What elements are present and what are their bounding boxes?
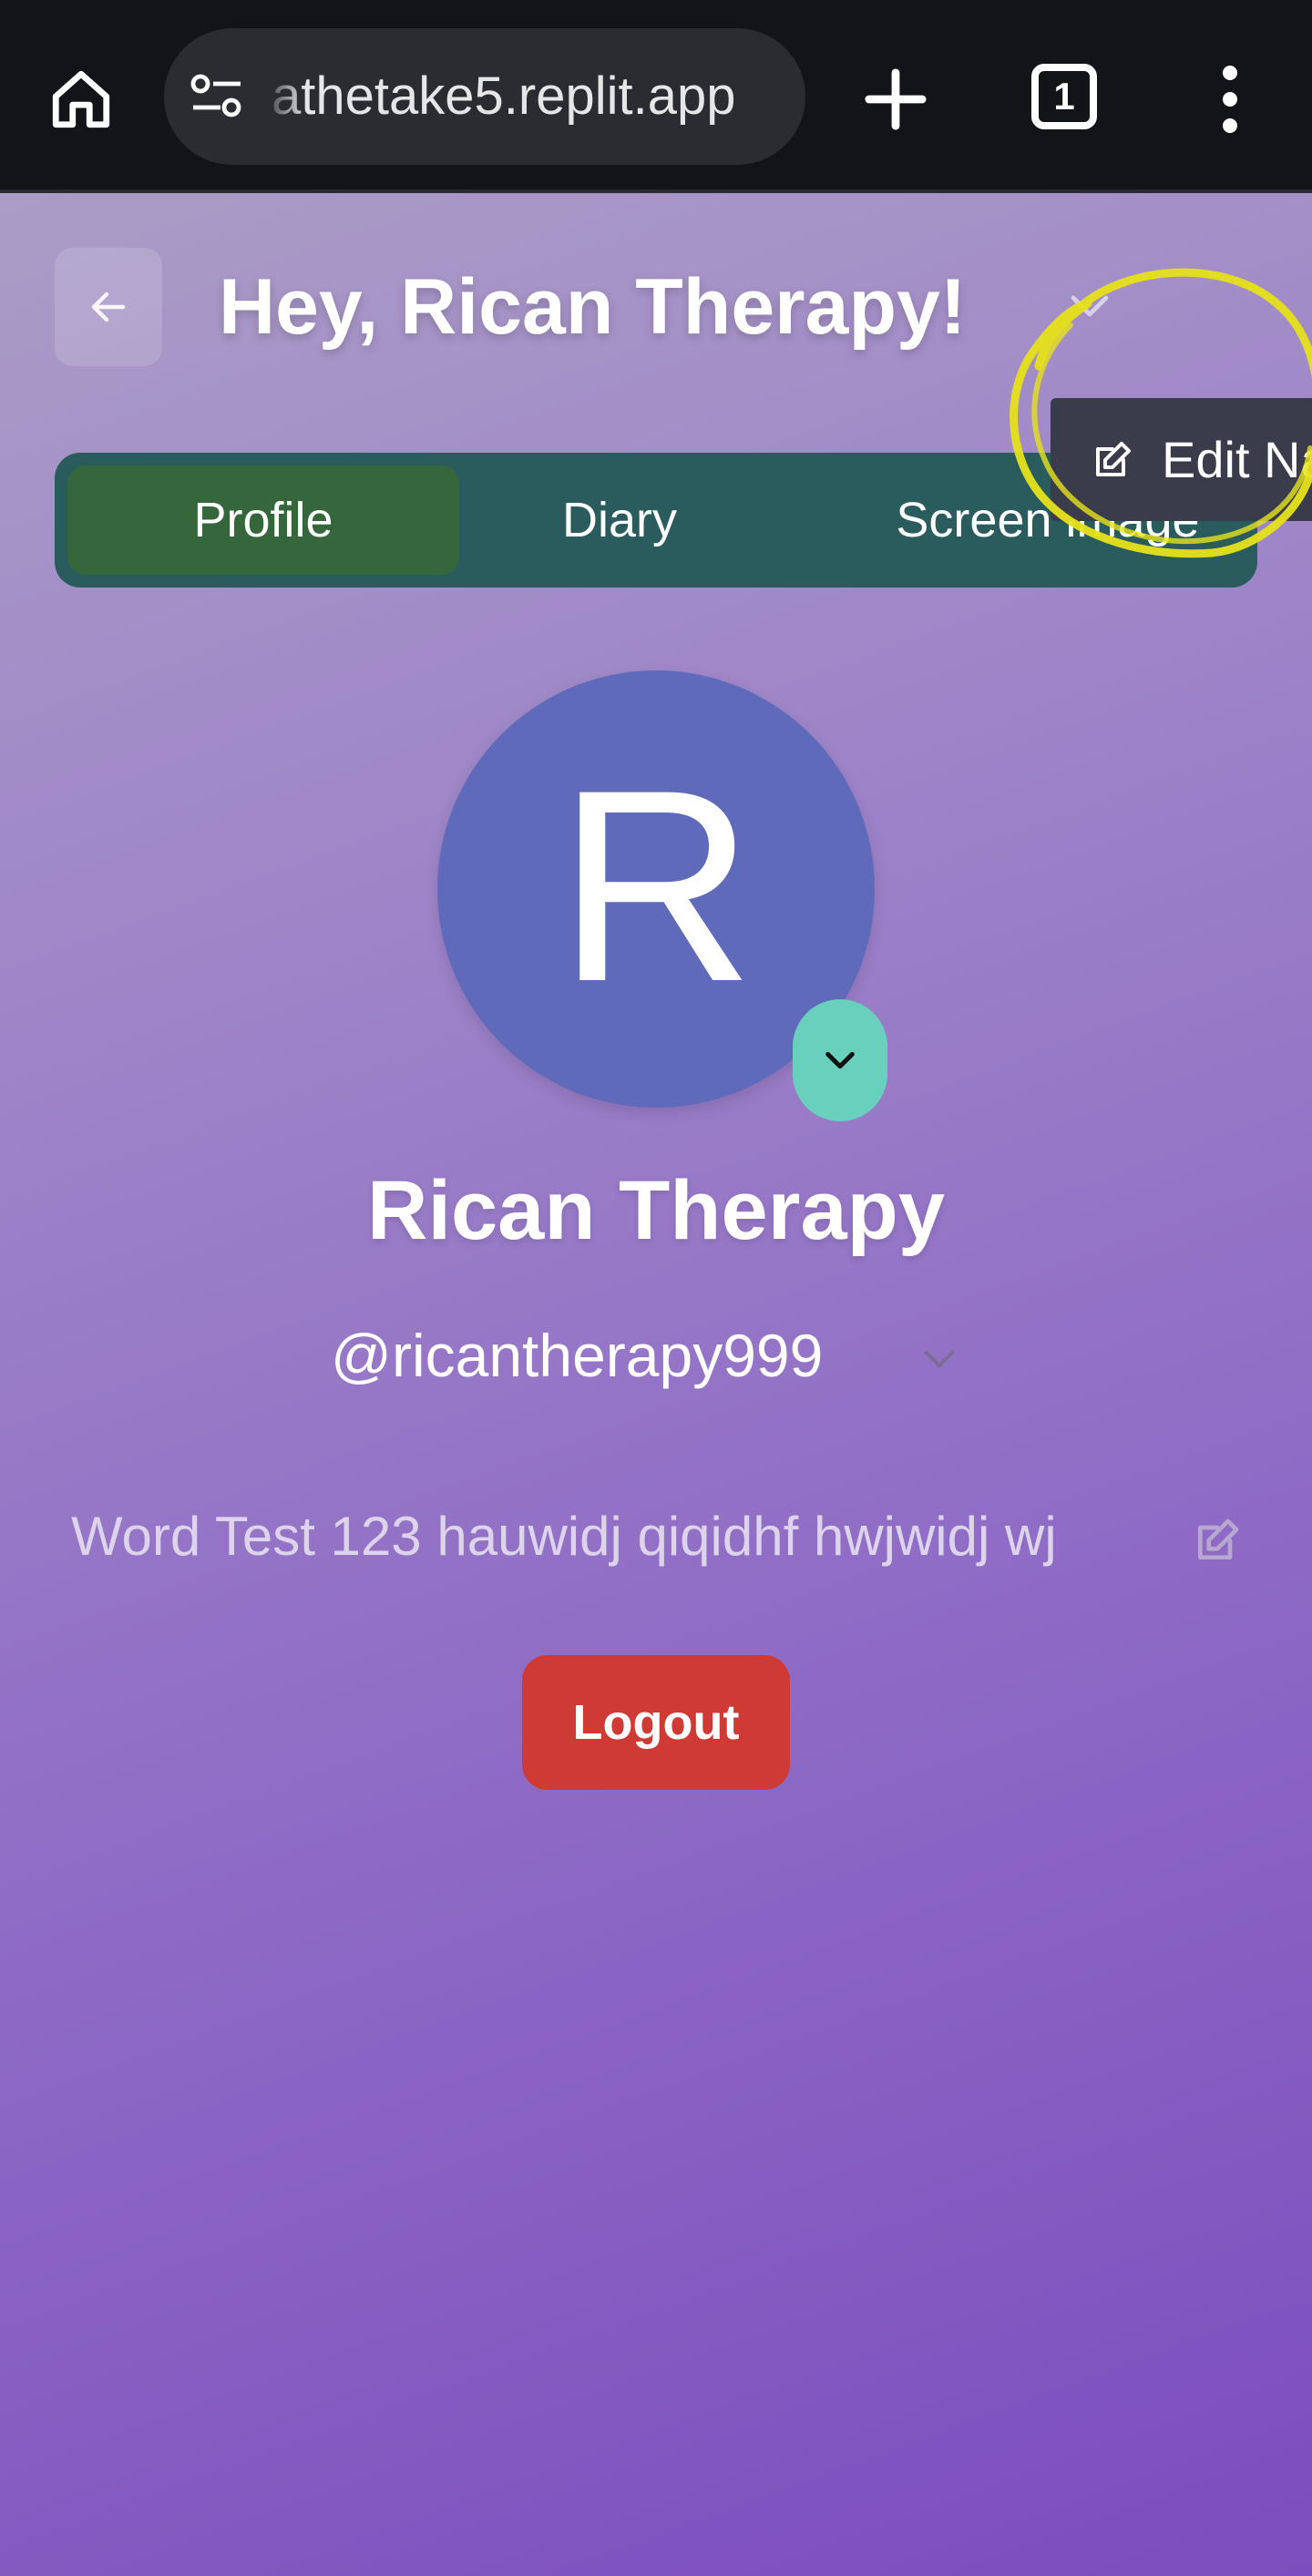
browser-toolbar: athetake5.replit.app 1 — [0, 0, 1312, 193]
tab-diary[interactable]: Diary — [483, 465, 756, 575]
new-tab-button[interactable] — [856, 60, 935, 138]
edit-name-label: Edit Na — [1162, 431, 1312, 488]
app-page: Hey, Rican Therapy! Profile Diary Screen… — [0, 193, 1312, 2576]
url-text: athetake5.replit.app — [272, 66, 736, 126]
bio-text: Word Test 123 hauwidj qiqidhf hwjwidj wj — [71, 1506, 1057, 1567]
edit-icon — [1096, 441, 1131, 476]
tab-profile[interactable]: Profile — [67, 465, 459, 575]
back-button[interactable] — [55, 248, 162, 366]
home-icon — [52, 70, 110, 128]
username-handle: @ricantherapy999 — [331, 1322, 824, 1389]
display-name: Rican Therapy — [367, 1164, 945, 1257]
avatar-letter: R — [557, 732, 755, 1038]
page-title: Hey, Rican Therapy! — [219, 263, 967, 351]
edit-icon[interactable] — [1192, 1515, 1243, 1566]
chevron-down-icon[interactable] — [922, 1346, 957, 1374]
url-fade — [251, 28, 306, 165]
avatar-options-button[interactable] — [793, 999, 887, 1121]
arrow-left-icon — [91, 291, 126, 322]
more-vert-icon[interactable] — [1203, 60, 1257, 138]
logout-button[interactable]: Logout — [522, 1655, 790, 1790]
chevron-down-icon — [825, 1051, 855, 1069]
tab-switcher-button[interactable]: 1 — [1031, 64, 1097, 129]
home-button[interactable] — [46, 64, 117, 135]
chevron-down-icon[interactable] — [1068, 289, 1112, 325]
address-bar[interactable]: athetake5.replit.app — [164, 28, 805, 165]
plus-icon — [865, 68, 927, 130]
site-info-icon[interactable] — [190, 71, 244, 122]
tab-count: 1 — [1053, 75, 1075, 118]
edit-name-menu-item[interactable]: Edit Na — [1051, 398, 1312, 521]
